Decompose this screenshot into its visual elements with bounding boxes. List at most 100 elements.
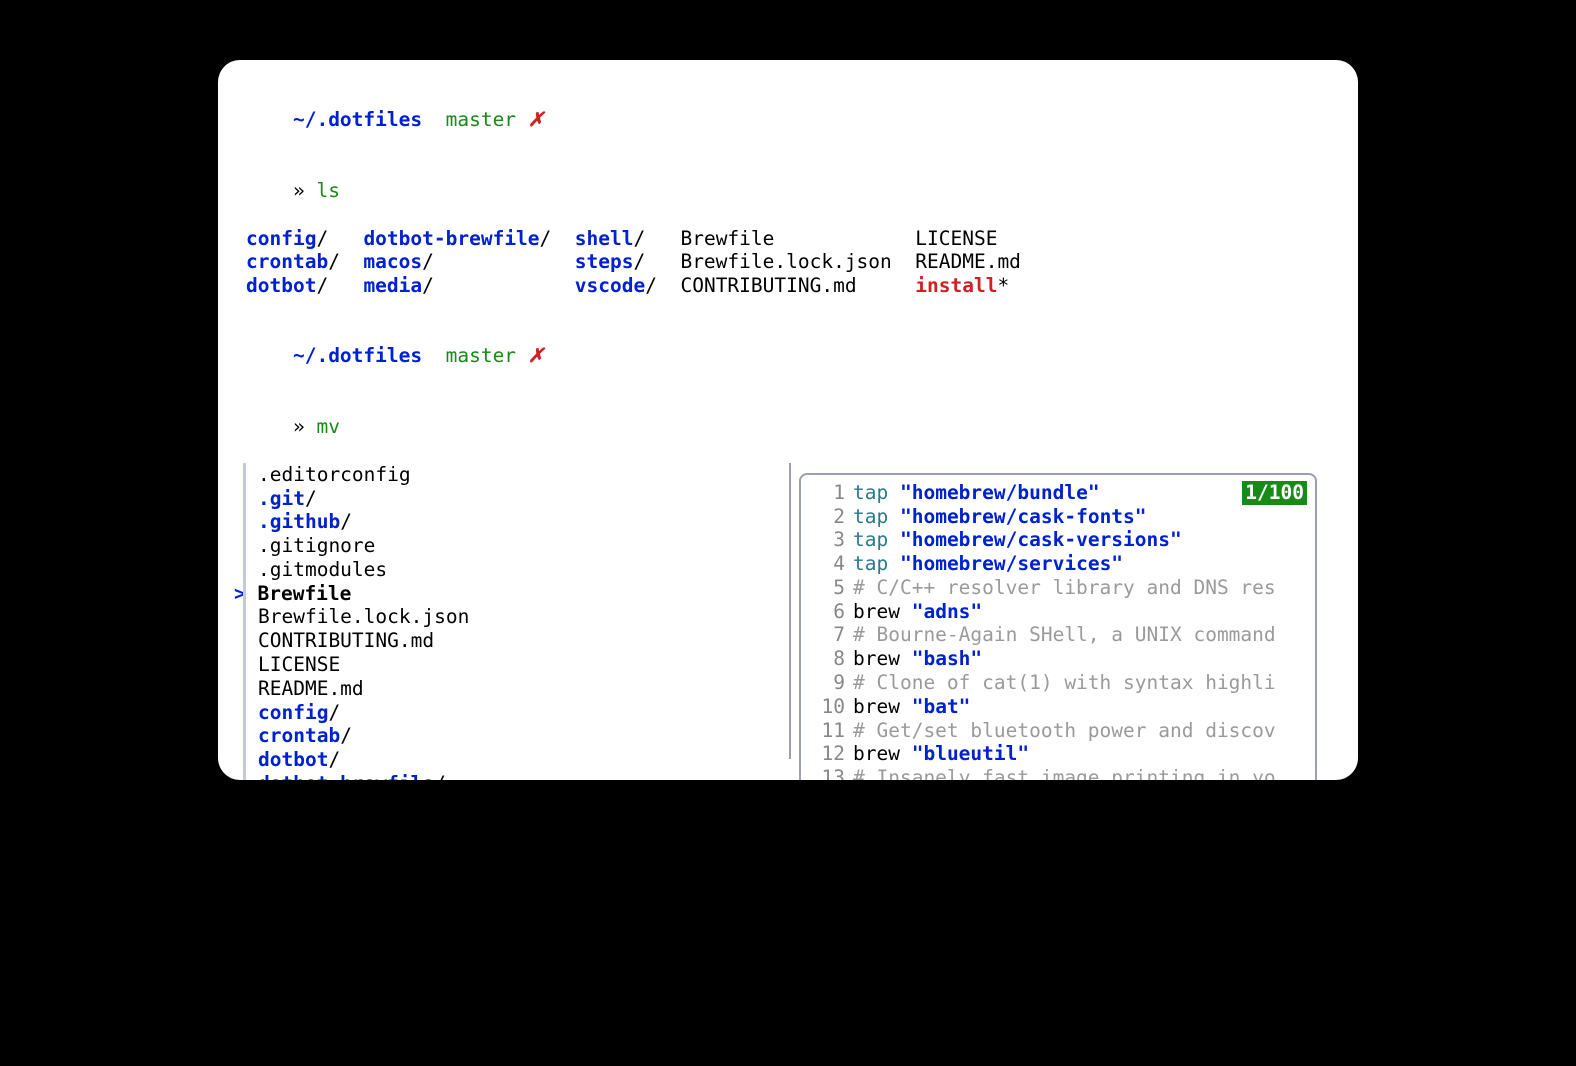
fzf-item[interactable]: config/	[258, 701, 786, 725]
ls-entry: install	[915, 274, 997, 297]
fzf-item-label: dotbot-brewfile/	[258, 772, 446, 780]
dir-slash: /	[633, 227, 645, 250]
ls-entry: CONTRIBUTING.md	[680, 274, 856, 297]
fzf-left-pane: .editorconfig.git/.github/.gitignore.git…	[246, 463, 786, 780]
fzf-item[interactable]: LICENSE	[258, 653, 786, 677]
command-ls: ls	[316, 179, 339, 202]
line-content: brew "bash"	[853, 647, 1307, 671]
git-dirty-icon: ✗	[528, 344, 544, 367]
ls-row: dotbot/ media/ vscode/ CONTRIBUTING.md i…	[246, 274, 1330, 298]
fzf-item-label: Brewfile.lock.json	[258, 605, 469, 628]
line-content: tap "homebrew/bundle"	[853, 481, 1307, 505]
dir-slash: /	[316, 274, 328, 297]
preview-position-badge: 1/100	[1242, 481, 1307, 505]
preview-line: 5# C/C++ resolver library and DNS res	[809, 576, 1307, 600]
ls-output: config/ dotbot-brewfile/ shell/ Brewfile…	[246, 227, 1330, 298]
fzf-item[interactable]: crontab/	[258, 724, 786, 748]
preview-line: 6brew "adns"	[809, 600, 1307, 624]
line-content: # C/C++ resolver library and DNS res	[853, 576, 1307, 600]
fzf-item-label: .github/	[258, 510, 352, 533]
line-number: 9	[809, 671, 853, 695]
line-number: 8	[809, 647, 853, 671]
preview-line: 10brew "bat"	[809, 695, 1307, 719]
fzf-item[interactable]: README.md	[258, 677, 786, 701]
path-prefix: ~/	[293, 344, 316, 367]
fzf-item[interactable]: .gitmodules	[258, 558, 786, 582]
preview-line: 9# Clone of cat(1) with syntax highli	[809, 671, 1307, 695]
line-number: 13	[809, 766, 853, 780]
line-content: # Get/set bluetooth power and discov	[853, 719, 1307, 743]
ls-entry: config	[246, 227, 316, 250]
fzf-item-label: CONTRIBUTING.md	[258, 629, 434, 652]
prompt-arrow: »	[293, 415, 305, 438]
fzf-item-label: dotbot/	[258, 748, 340, 771]
line-content: brew "blueutil"	[853, 742, 1307, 766]
line-content: tap "homebrew/cask-versions"	[853, 528, 1307, 552]
dir-slash: /	[540, 227, 552, 250]
preview-line: 4tap "homebrew/services"	[809, 552, 1307, 576]
fzf-container: .editorconfig.git/.github/.gitignore.git…	[246, 463, 1330, 780]
fzf-item[interactable]: dotbot-brewfile/	[258, 772, 786, 780]
fzf-item[interactable]: > Brewfile	[234, 582, 786, 606]
fzf-item[interactable]: Brewfile.lock.json	[258, 605, 786, 629]
ls-entry: media	[363, 274, 422, 297]
preview-line: 8brew "bash"	[809, 647, 1307, 671]
ls-entry: README.md	[915, 250, 1021, 273]
ls-entry: Brewfile.lock.json	[680, 250, 891, 273]
fzf-item-label: crontab/	[258, 724, 352, 747]
fzf-item-label: .git/	[258, 487, 317, 510]
preview-line: 13# Insanely fast image printing in yo	[809, 766, 1307, 780]
line-content: brew "bat"	[853, 695, 1307, 719]
ls-entry: shell	[575, 227, 634, 250]
fzf-item[interactable]: dotbot/	[258, 748, 786, 772]
dir-slash: /	[422, 250, 434, 273]
ls-entry: steps	[575, 250, 634, 273]
line-content: brew "adns"	[853, 600, 1307, 624]
fzf-item[interactable]: .gitignore	[258, 534, 786, 558]
ls-entry: dotbot	[246, 274, 316, 297]
fzf-item-label: Brewfile	[257, 582, 351, 605]
ls-row: config/ dotbot-brewfile/ shell/ Brewfile…	[246, 227, 1330, 251]
fzf-item-label: .gitmodules	[258, 558, 387, 581]
fzf-item-label: README.md	[258, 677, 364, 700]
prompt-line-1: ~/.dotfiles master ✗	[246, 84, 1330, 155]
fzf-left-border	[243, 463, 246, 780]
git-dirty-icon: ✗	[528, 108, 544, 131]
exec-marker: *	[997, 274, 1009, 297]
git-branch: master	[446, 108, 516, 131]
ls-entry: crontab	[246, 250, 328, 273]
fzf-item-label: .editorconfig	[258, 463, 411, 486]
line-content: # Insanely fast image printing in yo	[853, 766, 1307, 780]
path-name: .dotfiles	[316, 108, 422, 131]
dir-slash: /	[633, 250, 645, 273]
dir-slash: /	[328, 250, 340, 273]
line-number: 2	[809, 505, 853, 529]
fzf-item[interactable]: .github/	[258, 510, 786, 534]
preview-line: 12brew "blueutil"	[809, 742, 1307, 766]
ls-row: crontab/ macos/ steps/ Brewfile.lock.jso…	[246, 250, 1330, 274]
fzf-item[interactable]: CONTRIBUTING.md	[258, 629, 786, 653]
ls-entry: vscode	[575, 274, 645, 297]
preview-line: 1tap "homebrew/bundle"	[809, 481, 1307, 505]
fzf-item[interactable]: .editorconfig	[258, 463, 786, 487]
line-content: tap "homebrew/services"	[853, 552, 1307, 576]
preview-line: 11# Get/set bluetooth power and discov	[809, 719, 1307, 743]
command-line-2: » mv	[246, 391, 1330, 462]
terminal-window[interactable]: ~/.dotfiles master ✗ » ls config/ dotbot…	[218, 60, 1358, 780]
command-mv: mv	[316, 415, 339, 438]
fzf-item-label: LICENSE	[258, 653, 340, 676]
line-number: 12	[809, 742, 853, 766]
preview-line: 2tap "homebrew/cask-fonts"	[809, 505, 1307, 529]
fzf-preview-pane[interactable]: 1/100 1tap "homebrew/bundle"2tap "homebr…	[799, 473, 1317, 780]
preview-line: 7# Bourne-Again SHell, a UNIX command	[809, 623, 1307, 647]
prompt-arrow: »	[293, 179, 305, 202]
line-content: # Bourne-Again SHell, a UNIX command	[853, 623, 1307, 647]
preview-line: 3tap "homebrew/cask-versions"	[809, 528, 1307, 552]
ls-entry: LICENSE	[915, 227, 997, 250]
dir-slash: /	[316, 227, 328, 250]
line-number: 6	[809, 600, 853, 624]
fzf-item-label: config/	[258, 701, 340, 724]
fzf-item[interactable]: .git/	[258, 487, 786, 511]
line-number: 4	[809, 552, 853, 576]
fzf-list[interactable]: .editorconfig.git/.github/.gitignore.git…	[246, 463, 786, 780]
